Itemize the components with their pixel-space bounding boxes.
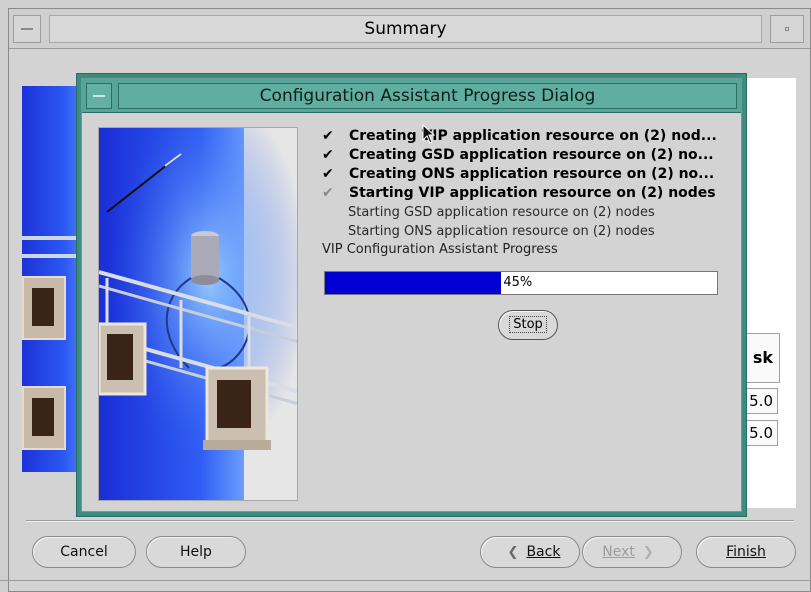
mouse-cursor-icon bbox=[422, 124, 436, 144]
next-button[interactable]: Next ❯ bbox=[582, 536, 682, 568]
dialog-body: Configuration Assistant Progress Dialog bbox=[81, 78, 742, 512]
minimize-icon[interactable] bbox=[770, 15, 804, 43]
progress-bar-fill bbox=[325, 272, 502, 294]
check-icon: ✔ bbox=[322, 128, 334, 144]
stop-button-label: Stop bbox=[509, 316, 547, 333]
task-label: Starting GSD application resource on (2)… bbox=[348, 205, 655, 220]
window-titlebar: Summary bbox=[9, 9, 810, 49]
progress-percent: 45% bbox=[503, 275, 533, 290]
bottom-border bbox=[0, 580, 811, 581]
task-label: Creating VIP application resource on (2)… bbox=[349, 128, 717, 144]
window-menu-icon[interactable] bbox=[86, 83, 112, 109]
task-item: ✔ Creating VIP application resource on (… bbox=[322, 127, 722, 146]
back-arrow-icon: ❮ bbox=[507, 545, 519, 560]
back-button[interactable]: ❮ Back bbox=[480, 536, 580, 568]
help-button[interactable]: Help bbox=[146, 536, 246, 568]
check-icon: ✔ bbox=[322, 185, 334, 201]
task-item-current: ✔ Starting VIP application resource on (… bbox=[322, 184, 722, 203]
task-item: ✔ Creating GSD application resource on (… bbox=[322, 146, 722, 165]
window-title: Summary bbox=[49, 15, 762, 43]
button-separator bbox=[26, 520, 794, 522]
progress-label: VIP Configuration Assistant Progress bbox=[322, 242, 558, 257]
progress-bar: 45% bbox=[324, 271, 718, 295]
check-icon: ✔ bbox=[322, 166, 334, 182]
progress-dialog: Configuration Assistant Progress Dialog bbox=[76, 73, 747, 517]
window-menu-icon[interactable] bbox=[13, 15, 41, 43]
stop-button[interactable]: Stop bbox=[498, 310, 558, 340]
finish-button[interactable]: Finish bbox=[696, 536, 796, 568]
task-label: Creating ONS application resource on (2)… bbox=[349, 166, 715, 182]
dialog-title: Configuration Assistant Progress Dialog bbox=[118, 83, 737, 109]
task-label: Starting ONS application resource on (2)… bbox=[348, 224, 655, 239]
next-arrow-icon: ❯ bbox=[642, 545, 654, 560]
dialog-titlebar: Configuration Assistant Progress Dialog bbox=[82, 79, 741, 113]
check-icon: ✔ bbox=[322, 147, 334, 163]
back-button-label: Back bbox=[526, 544, 561, 560]
task-label: Starting VIP application resource on (2)… bbox=[349, 185, 716, 201]
task-label: Creating GSD application resource on (2)… bbox=[349, 147, 714, 163]
next-button-label: Next bbox=[602, 544, 635, 560]
task-item: Starting ONS application resource on (2)… bbox=[322, 222, 722, 241]
task-list: ✔ Creating VIP application resource on (… bbox=[322, 127, 722, 241]
cancel-button[interactable]: Cancel bbox=[32, 536, 136, 568]
network-illustration bbox=[98, 127, 298, 501]
task-item: ✔ Creating ONS application resource on (… bbox=[322, 165, 722, 184]
finish-button-label: Finish bbox=[726, 544, 766, 560]
task-item: Starting GSD application resource on (2)… bbox=[322, 203, 722, 222]
